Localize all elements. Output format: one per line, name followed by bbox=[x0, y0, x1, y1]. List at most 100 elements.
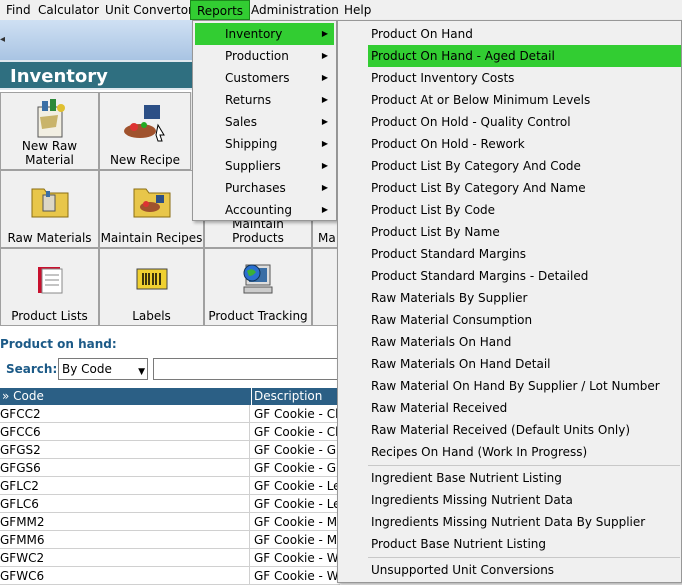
cell-code: GFCC6 bbox=[0, 423, 250, 441]
tile-label: New Recipe bbox=[109, 153, 181, 167]
tile-new-recipe[interactable]: New Recipe bbox=[99, 92, 191, 170]
menu-help[interactable]: Help bbox=[338, 0, 377, 20]
column-header-code[interactable]: » Code bbox=[0, 388, 252, 405]
tile-label: Raw Materials bbox=[7, 231, 92, 245]
inventory-menu-item[interactable]: Raw Material Consumption bbox=[368, 309, 681, 331]
cell-code: GFWC2 bbox=[0, 549, 250, 567]
tile-label: Product Lists bbox=[11, 309, 88, 323]
inventory-menu-item[interactable]: Product On Hold - Rework bbox=[368, 133, 681, 155]
inventory-menu-item[interactable]: Unsupported Unit Conversions bbox=[368, 559, 681, 581]
product-tracking-icon bbox=[238, 259, 278, 302]
tile-product-tracking[interactable]: Product Tracking bbox=[204, 248, 312, 326]
tile-new-raw-material[interactable]: New Raw Material bbox=[0, 92, 99, 170]
cell-description: GF Cookie - Wh bbox=[254, 551, 340, 565]
inventory-menu-item[interactable]: Product List By Category And Code bbox=[368, 155, 681, 177]
inventory-submenu: Product On Hand Product On Hand - Aged D… bbox=[337, 20, 682, 583]
inventory-menu-item[interactable]: Ingredient Base Nutrient Listing bbox=[368, 467, 681, 489]
cell-code: GFGS6 bbox=[0, 459, 250, 477]
table-row[interactable]: GFWC6 GF Cookie - Wh bbox=[0, 567, 340, 585]
table-row[interactable]: GFMM2 GF Cookie - M& bbox=[0, 513, 340, 531]
inventory-menu-item[interactable]: Raw Material On Hand By Supplier / Lot N… bbox=[368, 375, 681, 397]
reports-menu-item-production[interactable]: Production ▶ bbox=[195, 45, 334, 67]
submenu-arrow-icon: ▶ bbox=[321, 205, 328, 214]
table-row[interactable]: GFLC6 GF Cookie - Le bbox=[0, 495, 340, 513]
reports-menu-item-accounting[interactable]: Accounting ▶ bbox=[195, 199, 334, 221]
cell-description: GF Cookie - M& bbox=[254, 533, 340, 547]
inventory-menu-item[interactable]: Product At or Below Minimum Levels bbox=[368, 89, 681, 111]
menu-item-label: Suppliers bbox=[225, 159, 281, 173]
inventory-menu-item[interactable]: Product List By Code bbox=[368, 199, 681, 221]
table-row[interactable]: GFMM6 GF Cookie - M& bbox=[0, 531, 340, 549]
product-lists-icon bbox=[32, 263, 68, 300]
inventory-menu-item[interactable]: Product Standard Margins - Detailed bbox=[368, 265, 681, 287]
column-header-description[interactable]: Description bbox=[252, 388, 340, 405]
cell-description: GF Cookie - Ch bbox=[254, 425, 340, 439]
menu-item-label: Returns bbox=[225, 93, 272, 107]
submenu-arrow-icon: ▶ bbox=[321, 117, 328, 126]
inventory-menu-item[interactable]: Raw Material Received (Default Units Onl… bbox=[368, 419, 681, 441]
inventory-menu-item[interactable]: Product Base Nutrient Listing bbox=[368, 533, 681, 555]
reports-menu-item-suppliers[interactable]: Suppliers ▶ bbox=[195, 155, 334, 177]
search-input[interactable] bbox=[153, 358, 343, 380]
search-mode-value: By Code bbox=[62, 362, 112, 376]
menu-unit-convertor[interactable]: Unit Convertor bbox=[99, 0, 199, 20]
reports-menu-item-customers[interactable]: Customers ▶ bbox=[195, 67, 334, 89]
maintain-recipes-folder-icon bbox=[130, 181, 174, 224]
inventory-menu-item[interactable]: Product Standard Margins bbox=[368, 243, 681, 265]
inventory-menu-item[interactable]: Product On Hand bbox=[368, 23, 681, 45]
tile-raw-materials[interactable]: Raw Materials bbox=[0, 170, 99, 248]
tile-labels[interactable]: Labels bbox=[99, 248, 204, 326]
submenu-arrow-icon: ▶ bbox=[321, 51, 328, 60]
inventory-menu-item[interactable]: Product On Hold - Quality Control bbox=[368, 111, 681, 133]
cell-description: GF Cookie - Le bbox=[254, 479, 340, 493]
cell-code: GFMM2 bbox=[0, 513, 250, 531]
section-heading: Product on hand: bbox=[0, 337, 117, 351]
inventory-menu-item[interactable]: Product List By Name bbox=[368, 221, 681, 243]
inventory-menu-item[interactable]: Ingredients Missing Nutrient Data bbox=[368, 489, 681, 511]
menu-item-label: Shipping bbox=[225, 137, 278, 151]
inventory-menu-item[interactable]: Raw Materials On Hand bbox=[368, 331, 681, 353]
search-mode-select[interactable]: By Code ▼ bbox=[58, 358, 148, 380]
table-row[interactable]: GFLC2 GF Cookie - Le bbox=[0, 477, 340, 495]
inventory-menu-item[interactable]: Ingredients Missing Nutrient Data By Sup… bbox=[368, 511, 681, 533]
menu-reports[interactable]: Reports bbox=[190, 0, 251, 20]
cell-code: GFMM6 bbox=[0, 531, 250, 549]
menu-bar: Find Calculator Unit Convertor Reports A… bbox=[0, 0, 682, 21]
table-row[interactable]: GFGS6 GF Cookie - Gi bbox=[0, 459, 340, 477]
search-row: Search: By Code ▼ bbox=[0, 358, 343, 382]
submenu-arrow-icon: ▶ bbox=[321, 183, 328, 192]
table-row[interactable]: GFCC6 GF Cookie - Ch bbox=[0, 423, 340, 441]
reports-menu-item-purchases[interactable]: Purchases ▶ bbox=[195, 177, 334, 199]
inventory-menu-item[interactable]: Raw Materials By Supplier bbox=[368, 287, 681, 309]
inventory-menu-item[interactable]: Recipes On Hand (Work In Progress) bbox=[368, 441, 681, 463]
tile-label: New Raw Material bbox=[21, 139, 78, 167]
reports-menu: Inventory ▶ Production ▶ Customers ▶ Return… bbox=[192, 20, 337, 221]
cell-code: GFCC2 bbox=[0, 405, 250, 423]
inventory-menu-item[interactable]: Product Inventory Costs bbox=[368, 67, 681, 89]
menu-item-label: Sales bbox=[225, 115, 257, 129]
reports-menu-item-shipping[interactable]: Shipping ▶ bbox=[195, 133, 334, 155]
table-row[interactable]: GFWC2 GF Cookie - Wh bbox=[0, 549, 340, 567]
reports-menu-item-sales[interactable]: Sales ▶ bbox=[195, 111, 334, 133]
tile-label: Maintain Recipes bbox=[100, 231, 203, 245]
table-row[interactable]: GFGS2 GF Cookie - Gi bbox=[0, 441, 340, 459]
inventory-menu-item[interactable]: Raw Materials On Hand Detail bbox=[368, 353, 681, 375]
cell-code: GFLC2 bbox=[0, 477, 250, 495]
menu-item-label: Purchases bbox=[225, 181, 286, 195]
menu-calculator[interactable]: Calculator bbox=[32, 0, 105, 20]
inventory-menu-item[interactable]: Product List By Category And Name bbox=[368, 177, 681, 199]
raw-materials-folder-icon bbox=[28, 181, 72, 224]
cell-description: GF Cookie - Wh bbox=[254, 569, 340, 583]
tile-label: Labels bbox=[132, 309, 171, 323]
tile-product-lists[interactable]: Product Lists bbox=[0, 248, 99, 326]
inventory-menu-item[interactable]: Product On Hand - Aged Detail bbox=[368, 45, 681, 67]
table-row[interactable]: GFCC2 GF Cookie - Ch bbox=[0, 405, 340, 423]
submenu-arrow-icon: ▶ bbox=[321, 73, 328, 82]
reports-menu-item-returns[interactable]: Returns ▶ bbox=[195, 89, 334, 111]
inventory-menu-item[interactable]: Raw Material Received bbox=[368, 397, 681, 419]
tile-maintain-recipes[interactable]: Maintain Recipes bbox=[99, 170, 204, 248]
menu-administration[interactable]: Administration bbox=[245, 0, 345, 20]
collapse-arrow-icon[interactable]: ◂ bbox=[0, 34, 5, 45]
tile-label: Maintain Products bbox=[232, 217, 284, 245]
reports-menu-item-inventory[interactable]: Inventory ▶ bbox=[195, 23, 334, 45]
